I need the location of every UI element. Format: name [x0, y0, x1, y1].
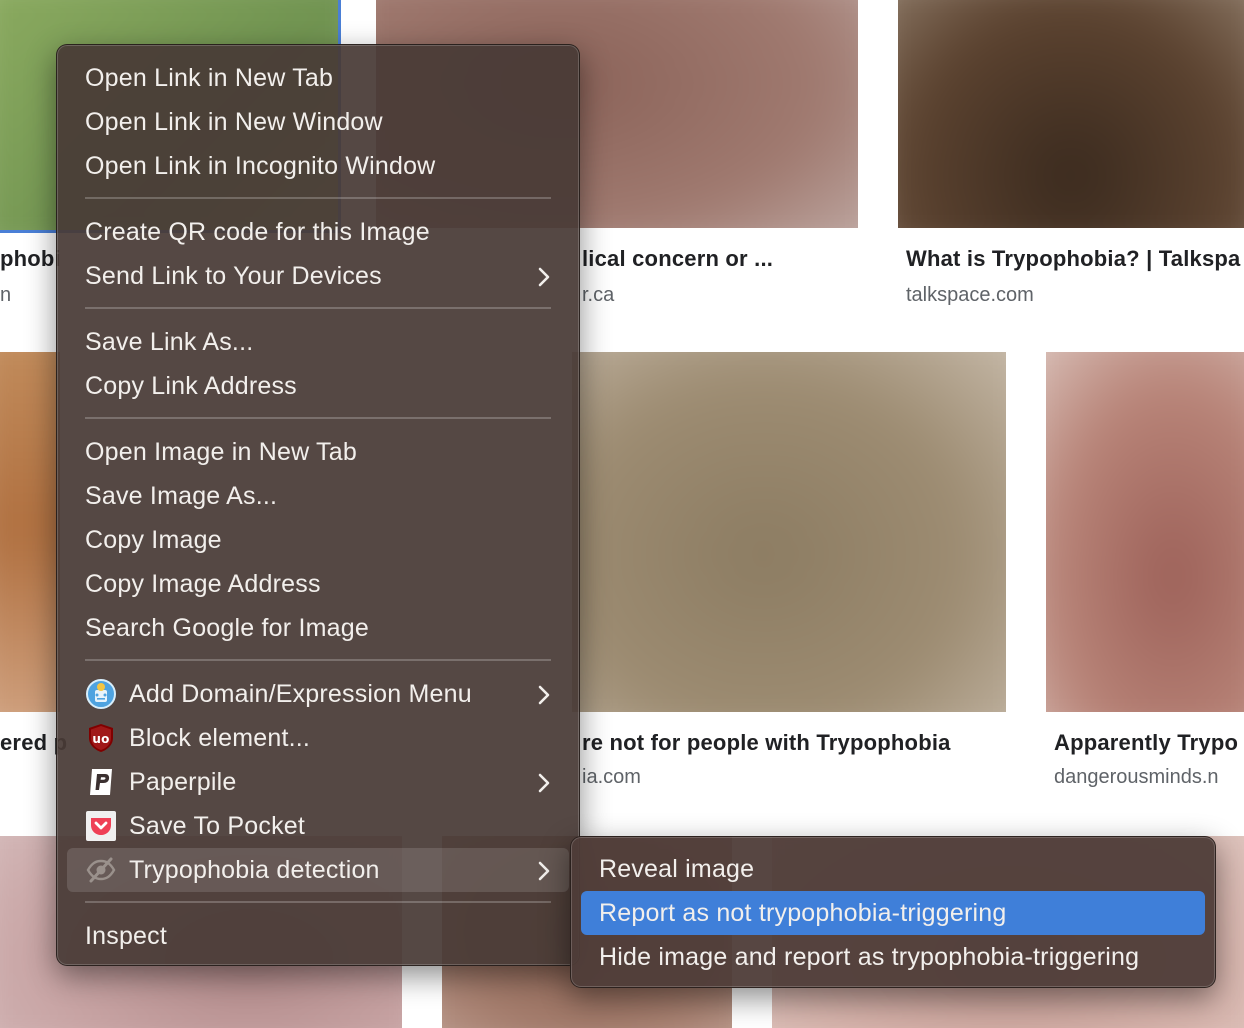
submenu-item-reveal-image[interactable]: Reveal image — [581, 847, 1205, 891]
menu-item-label: Reveal image — [599, 855, 755, 883]
result-title[interactable]: Apparently Trypo — [1054, 730, 1238, 756]
menu-item-copy-image[interactable]: Copy Image — [67, 518, 569, 562]
result-source: ia.com — [582, 766, 641, 788]
result-source: r.ca — [582, 284, 615, 306]
trypophobia-submenu: Reveal image Report as not trypophobia-t… — [570, 836, 1216, 988]
menu-item-label: Search Google for Image — [85, 614, 369, 642]
menu-item-send-link-to-devices[interactable]: Send Link to Your Devices — [67, 254, 569, 298]
menu-separator — [85, 197, 551, 199]
menu-item-open-link-incognito[interactable]: Open Link in Incognito Window — [67, 144, 569, 188]
menu-separator — [85, 417, 551, 419]
menu-item-trypophobia-detection[interactable]: Trypophobia detection — [67, 848, 569, 892]
menu-separator — [85, 659, 551, 661]
menu-item-label: Copy Link Address — [85, 372, 297, 400]
menu-item-copy-link-address[interactable]: Copy Link Address — [67, 364, 569, 408]
menu-item-label: Open Image in New Tab — [85, 438, 357, 466]
menu-item-label: Copy Image — [85, 526, 222, 554]
result-title[interactable]: phobi — [0, 246, 61, 272]
context-menu: Open Link in New Tab Open Link in New Wi… — [56, 44, 580, 966]
menu-item-label: Send Link to Your Devices — [85, 262, 382, 290]
menu-item-paperpile[interactable]: Paperpile — [67, 760, 569, 804]
menu-item-label: Save Image As... — [85, 482, 278, 510]
result-source: dangerousminds.n — [1054, 766, 1219, 788]
menu-separator — [85, 307, 551, 309]
result-source: talkspace.com — [906, 284, 1034, 306]
result-thumbnail[interactable] — [1046, 352, 1244, 712]
menu-item-inspect[interactable]: Inspect — [67, 914, 569, 958]
menu-item-label: Paperpile — [129, 768, 237, 796]
ublock-icon: uo — [89, 724, 113, 752]
menu-item-create-qr-code[interactable]: Create QR code for this Image — [67, 210, 569, 254]
menu-item-block-element[interactable]: uo Block element... — [67, 716, 569, 760]
result-thumbnail[interactable] — [898, 0, 1244, 228]
result-title[interactable]: What is Trypophobia? | Talkspa — [906, 246, 1240, 272]
menu-item-label: Block element... — [129, 724, 311, 752]
menu-item-label: Report as not trypophobia-triggering — [599, 899, 1007, 927]
menu-item-label: Open Link in New Tab — [85, 64, 334, 92]
menu-separator — [85, 901, 551, 903]
menu-item-label: Trypophobia detection — [129, 856, 380, 884]
submenu-item-report-not-triggering[interactable]: Report as not trypophobia-triggering — [581, 891, 1205, 935]
svg-text:uo: uo — [92, 732, 109, 746]
result-title[interactable]: re not for people with Trypophobia — [582, 730, 951, 756]
submenu-item-hide-and-report[interactable]: Hide image and report as trypophobia-tri… — [581, 935, 1205, 979]
menu-item-label: Inspect — [85, 922, 168, 950]
menu-item-copy-image-address[interactable]: Copy Image Address — [67, 562, 569, 606]
menu-item-save-link-as[interactable]: Save Link As... — [67, 320, 569, 364]
add-domain-icon — [86, 679, 116, 709]
menu-item-save-to-pocket[interactable]: Save To Pocket — [67, 804, 569, 848]
menu-item-add-domain-expression[interactable]: Add Domain/Expression Menu — [67, 672, 569, 716]
eye-slash-icon — [86, 857, 116, 883]
chevron-right-icon — [538, 861, 550, 881]
result-thumbnail[interactable] — [572, 352, 1006, 712]
menu-item-label: Open Link in New Window — [85, 108, 383, 136]
menu-item-label: Add Domain/Expression Menu — [129, 680, 472, 708]
result-title[interactable]: lical concern or ... — [582, 246, 773, 272]
menu-item-open-image-new-tab[interactable]: Open Image in New Tab — [67, 430, 569, 474]
pocket-icon — [86, 811, 116, 841]
chevron-right-icon — [538, 773, 550, 793]
menu-item-label: Copy Image Address — [85, 570, 321, 598]
chevron-right-icon — [538, 267, 550, 287]
result-source: n — [0, 284, 12, 306]
menu-item-label: Save To Pocket — [129, 812, 306, 840]
menu-item-open-link-new-tab[interactable]: Open Link in New Tab — [67, 56, 569, 100]
menu-item-label: Hide image and report as trypophobia-tri… — [599, 943, 1140, 971]
menu-item-label: Save Link As... — [85, 328, 254, 356]
paperpile-icon — [90, 769, 112, 795]
chevron-right-icon — [538, 685, 550, 705]
menu-item-save-image-as[interactable]: Save Image As... — [67, 474, 569, 518]
menu-item-label: Open Link in Incognito Window — [85, 152, 436, 180]
result-thumbnail[interactable] — [0, 352, 60, 712]
menu-item-open-link-new-window[interactable]: Open Link in New Window — [67, 100, 569, 144]
menu-item-search-google-for-image[interactable]: Search Google for Image — [67, 606, 569, 650]
menu-item-label: Create QR code for this Image — [85, 218, 430, 246]
